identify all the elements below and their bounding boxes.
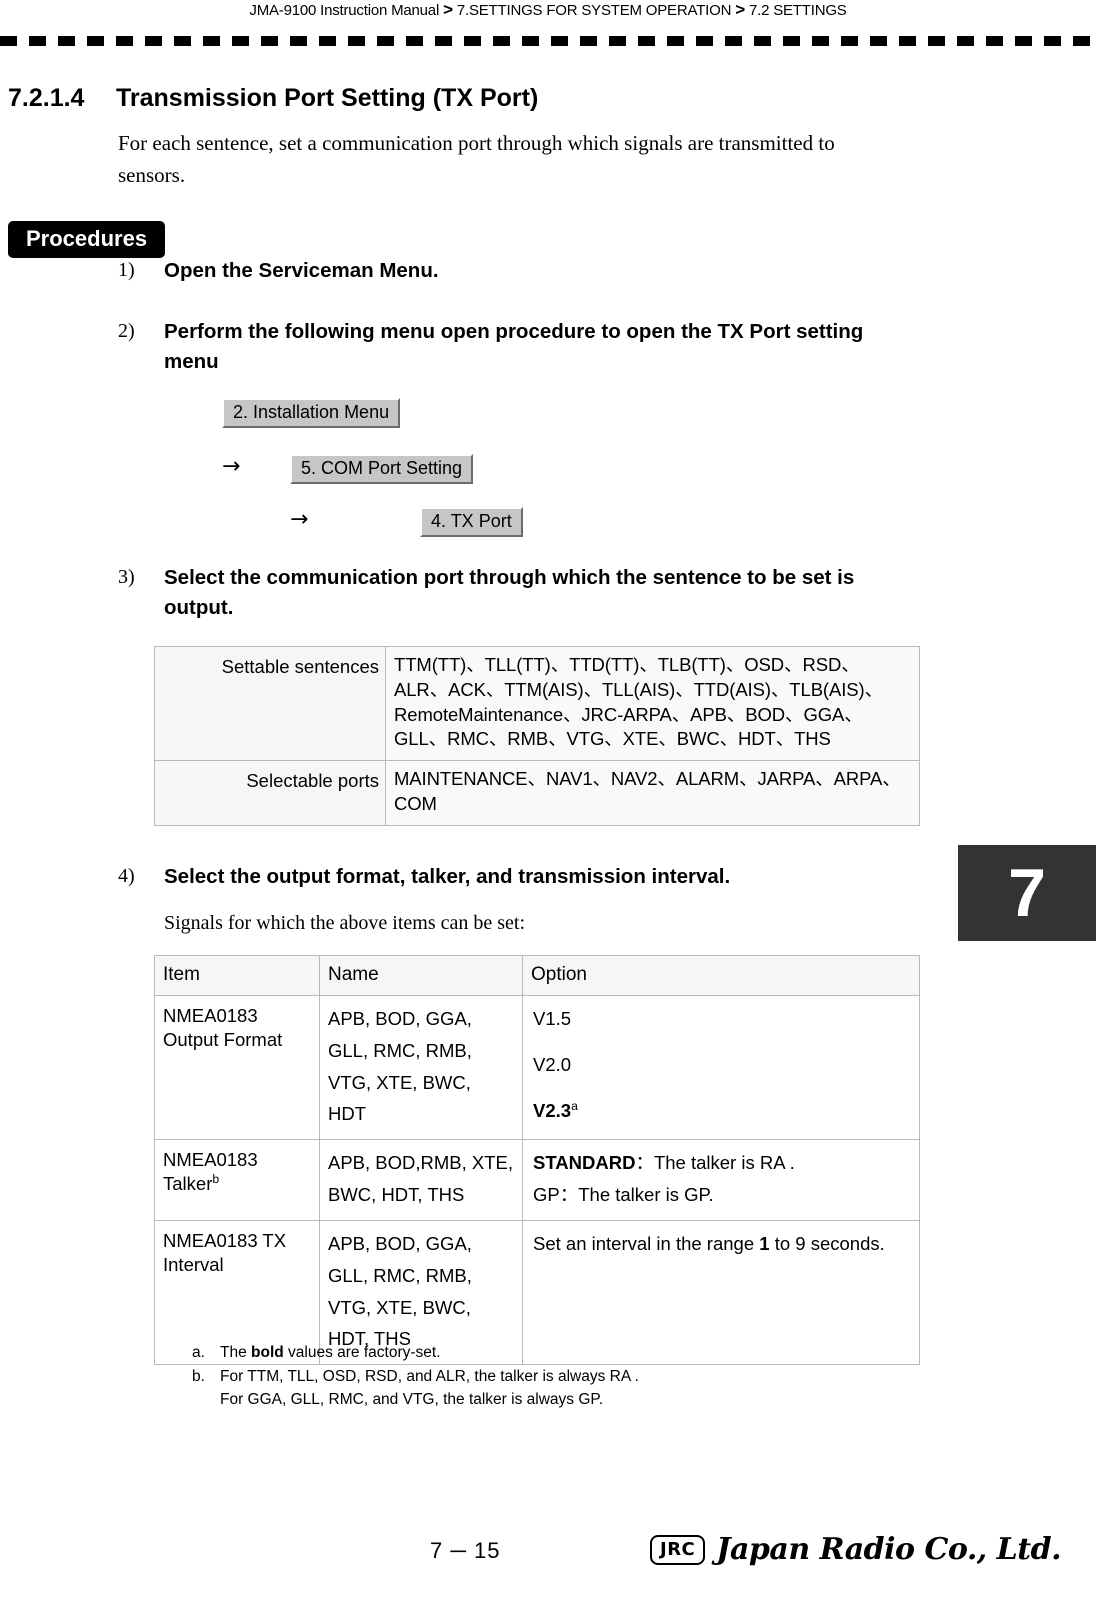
header-chapter: 7.SETTINGS FOR SYSTEM OPERATION	[456, 2, 732, 19]
cell-item-output-format: NMEA0183 Output Format	[154, 994, 320, 1141]
table-header-row: Item Name Option	[154, 955, 920, 996]
signals-note: Signals for which the above items can be…	[164, 912, 526, 934]
cell-option-talker: STANDARD：The talker is RA . GP：The talker…	[522, 1139, 920, 1221]
section-title: Transmission Port Setting (TX Port)	[116, 84, 539, 112]
header-section: 7.2 SETTINGS	[748, 2, 847, 19]
step-1-text: Open the Serviceman Menu.	[164, 259, 439, 282]
footnote-b-marker: b.	[192, 1367, 205, 1385]
row-value-selectable-ports: MAINTENANCE、NAV1、NAV2、ALARM、JARPA、ARPA、C…	[385, 760, 920, 826]
footnote-a-marker: a.	[192, 1344, 205, 1361]
header-separator-1: >	[443, 0, 453, 19]
footnotes: a. The bold values are factory-set. b. F…	[192, 1341, 639, 1412]
header-separator-2: >	[735, 0, 745, 19]
step-2-number: 2)	[118, 320, 135, 342]
jrc-company-name: Japan Radio Co., Ltd.	[716, 1532, 1062, 1567]
header-manual-title: JMA-9100 Instruction Manual	[249, 2, 440, 19]
step-2-text: Perform the following menu open procedur…	[164, 320, 864, 373]
footnote-a: a. The bold values are factory-set.	[192, 1341, 639, 1365]
step-3-text: Select the communication port through wh…	[164, 566, 855, 619]
menu-button-com-port-setting[interactable]: 5. COM Port Setting	[290, 454, 474, 484]
cell-name-output-format: APB, BOD, GGA, GLL, RMC, RMB, VTG, XTE, …	[319, 994, 523, 1141]
row-label-settable-sentences: Settable sentences	[154, 645, 386, 762]
chapter-tab-marker: 7	[958, 845, 1096, 941]
procedure-step-2: 2) Perform the following menu open proce…	[118, 317, 908, 376]
arrow-right-icon-1: →	[222, 454, 241, 479]
jrc-logo: JRC Japan Radio Co., Ltd.	[650, 1532, 1062, 1567]
column-header-item: Item	[154, 955, 320, 996]
footnote-a-text: The bold values are factory-set.	[220, 1344, 441, 1361]
column-header-name: Name	[319, 955, 523, 996]
jrc-mark-icon: JRC	[650, 1534, 706, 1565]
cell-option-output-format: V1.5 V2.0 V2.3a	[522, 994, 920, 1141]
menu-button-tx-port[interactable]: 4. TX Port	[420, 507, 523, 537]
table-row: NMEA0183 Output Format APB, BOD, GGA, GL…	[154, 994, 920, 1141]
settable-sentences-table: Settable sentences TTM(TT)、TLL(TT)、TTD(T…	[154, 645, 920, 826]
section-number: 7.2.1.4	[8, 84, 85, 112]
arrow-right-icon-2: →	[290, 507, 309, 532]
footnote-b-text: For TTM, TLL, OSD, RSD, and ALR, the tal…	[220, 1367, 639, 1385]
row-label-selectable-ports: Selectable ports	[154, 760, 386, 826]
procedure-step-1: 1) Open the Serviceman Menu.	[118, 256, 878, 286]
cell-item-talker: NMEA0183 Talkerb	[154, 1139, 320, 1221]
procedure-step-3: 3) Select the communication port through…	[118, 563, 918, 622]
page-header: JMA-9100 Instruction Manual >7.SETTINGS F…	[0, 0, 1096, 20]
step-1-number: 1)	[118, 259, 135, 281]
step-3-number: 3)	[118, 566, 135, 588]
step-4-number: 4)	[118, 865, 135, 887]
column-header-option: Option	[522, 955, 920, 996]
footnote-b: b. For TTM, TLL, OSD, RSD, and ALR, the …	[192, 1365, 639, 1412]
menu-button-installation-menu[interactable]: 2. Installation Menu	[222, 398, 401, 428]
step-4-text: Select the output format, talker, and tr…	[164, 865, 731, 888]
table-row: NMEA0183 Talkerb APB, BOD,RMB, XTE, BWC,…	[154, 1139, 920, 1221]
header-dashed-rule	[0, 36, 1096, 46]
table-row: Selectable ports MAINTENANCE、NAV1、NAV2、A…	[154, 760, 920, 826]
procedures-badge: Procedures	[8, 221, 166, 258]
page-number: 7 ─ 15	[430, 1538, 501, 1563]
page-title: 7.2.1.4 Transmission Port Setting (TX Po…	[8, 84, 968, 113]
table-row: Settable sentences TTM(TT)、TLL(TT)、TTD(T…	[154, 645, 920, 762]
procedure-step-4: 4) Select the output format, talker, and…	[118, 862, 918, 892]
footnote-b-text-line2: For GGA, GLL, RMC, and VTG, the talker i…	[220, 1391, 604, 1409]
row-value-settable-sentences: TTM(TT)、TLL(TT)、TTD(TT)、TLB(TT)、OSD、RSD、…	[385, 645, 920, 762]
cell-name-talker: APB, BOD,RMB, XTE, BWC, HDT, THS	[319, 1139, 523, 1221]
options-table: Item Name Option NMEA0183 Output Format …	[154, 955, 920, 1366]
intro-paragraph: For each sentence, set a communication p…	[118, 131, 835, 187]
